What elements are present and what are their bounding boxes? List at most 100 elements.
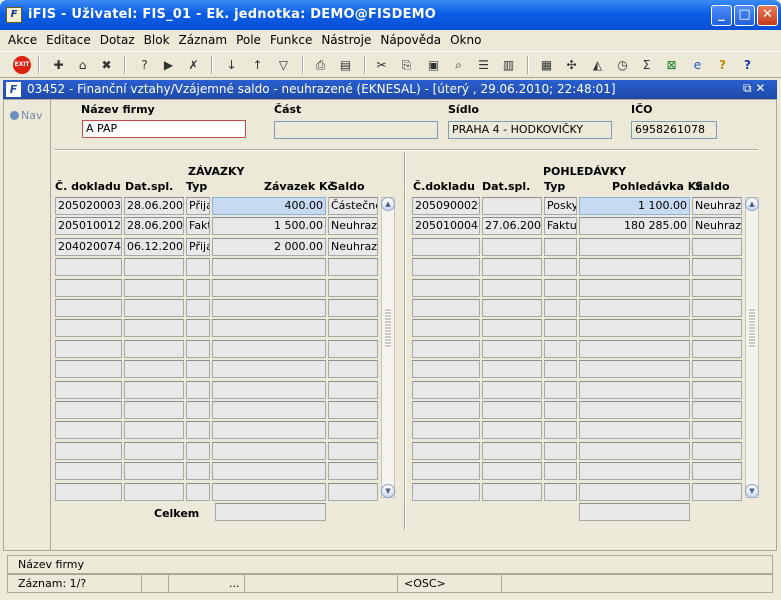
pohledavky-cell[interactable] — [482, 299, 542, 317]
cast-field[interactable] — [274, 121, 438, 139]
pohledavky-cell[interactable] — [544, 441, 577, 460]
pohledavky-cell[interactable] — [692, 421, 742, 440]
zavazky-cell[interactable] — [55, 278, 122, 297]
sort-desc-icon[interactable]: ↑ — [248, 56, 267, 74]
zavazky-cell[interactable] — [212, 482, 326, 501]
help-icon[interactable]: ? — [713, 56, 732, 74]
cancel-query-icon[interactable]: ✗ — [184, 56, 203, 74]
pohledavky-cell[interactable] — [544, 421, 577, 440]
zavazky-cell[interactable] — [186, 299, 210, 317]
pohledavky-cell[interactable] — [412, 482, 480, 501]
zavazky-cell[interactable] — [328, 339, 378, 358]
pohledavky-cell[interactable] — [412, 339, 480, 358]
zavazky-cell[interactable]: Přijat — [186, 197, 210, 215]
zavazky-cell[interactable]: 2050200031 — [55, 197, 122, 215]
clock-icon[interactable]: ◷ — [613, 56, 632, 74]
filter-icon[interactable]: ▽ — [274, 56, 293, 74]
query-icon[interactable]: ? — [135, 56, 154, 74]
zavazky-cell[interactable] — [328, 278, 378, 297]
zavazky-scrollbar[interactable]: ▲ ▼ — [381, 197, 395, 498]
zavazky-cell[interactable] — [124, 482, 184, 501]
pohledavky-cell[interactable]: Posky — [544, 197, 577, 215]
pohledavky-cell[interactable] — [482, 421, 542, 440]
zavazky-cell[interactable] — [186, 360, 210, 379]
zavazky-cell[interactable] — [328, 462, 378, 481]
zavazky-cell[interactable] — [124, 401, 184, 419]
zavazky-cell[interactable] — [186, 482, 210, 501]
scroll-down-icon[interactable]: ▼ — [745, 484, 759, 498]
copy-icon[interactable]: ⎘ — [397, 56, 416, 74]
menu-item-akce[interactable]: Akce — [8, 30, 37, 50]
pohledavky-cell[interactable] — [412, 299, 480, 317]
zavazky-cell[interactable] — [212, 278, 326, 297]
pohledavky-cell[interactable] — [579, 441, 690, 460]
pohledavky-cell[interactable] — [482, 258, 542, 277]
zavazky-cell[interactable] — [212, 462, 326, 481]
zavazky-cell[interactable] — [186, 441, 210, 460]
zavazky-cell[interactable] — [212, 441, 326, 460]
zavazky-cell[interactable] — [186, 462, 210, 481]
pohledavky-cell[interactable] — [579, 482, 690, 501]
zavazky-cell[interactable] — [55, 299, 122, 317]
zavazky-cell[interactable] — [124, 441, 184, 460]
pohledavky-cell[interactable] — [544, 237, 577, 256]
zavazky-cell[interactable]: 28.06.2006 — [124, 197, 184, 215]
excel-icon[interactable]: ⊠ — [662, 56, 681, 74]
pohledavky-cell[interactable] — [544, 380, 577, 399]
pohledavky-cell[interactable] — [579, 319, 690, 338]
pohledavky-cell[interactable] — [692, 360, 742, 379]
zavazky-cell[interactable] — [124, 380, 184, 399]
pohledavky-cell[interactable] — [544, 401, 577, 419]
form-window-controls[interactable]: ⧉ ✕ — [743, 81, 765, 96]
pohledavky-cell[interactable] — [692, 380, 742, 399]
paste-icon[interactable]: ▣ — [424, 56, 443, 74]
pohledavky-cell[interactable] — [482, 278, 542, 297]
menu-item-okno[interactable]: Okno — [450, 30, 481, 50]
explorer-icon[interactable]: e — [688, 56, 707, 74]
pohledavky-cell[interactable] — [579, 462, 690, 481]
minimize-button[interactable]: _ — [711, 5, 732, 26]
zavazky-cell[interactable] — [186, 339, 210, 358]
cut-icon[interactable]: ✂ — [372, 56, 391, 74]
pohledavky-cell[interactable] — [412, 421, 480, 440]
pohledavky-cell[interactable] — [579, 360, 690, 379]
zavazky-cell[interactable]: Neuhraze — [328, 237, 378, 256]
save-icon[interactable]: ⌂ — [73, 56, 92, 74]
zavazky-cell[interactable]: 2040200741 — [55, 237, 122, 256]
scroll-up-icon[interactable]: ▲ — [381, 197, 395, 211]
pohledavky-cell[interactable]: Neuhraze — [692, 197, 742, 215]
list-icon[interactable]: ☰ — [474, 56, 493, 74]
sidlo-field[interactable]: PRAHA 4 - HODKOVIČKY — [448, 121, 612, 139]
zavazky-cell[interactable] — [186, 258, 210, 277]
menu-item-nástroje[interactable]: Nástroje — [321, 30, 371, 50]
pohledavky-cell[interactable] — [482, 401, 542, 419]
pohledavky-cell[interactable]: 180 285.00 — [579, 217, 690, 236]
zavazky-cell[interactable] — [186, 421, 210, 440]
delete-record-icon[interactable]: ✖ — [97, 56, 116, 74]
zavazky-cell[interactable] — [124, 278, 184, 297]
zavazky-cell[interactable]: 400.00 — [212, 197, 326, 215]
pohledavky-cell[interactable] — [692, 237, 742, 256]
pohledavky-cell[interactable] — [482, 339, 542, 358]
window-titlebar[interactable]: F iFIS - Uživatel: FIS_01 - Ek. jednotka… — [0, 0, 781, 30]
zavazky-cell[interactable] — [55, 421, 122, 440]
pohledavky-cell[interactable] — [544, 482, 577, 501]
pohledavky-cell[interactable] — [482, 237, 542, 256]
menu-item-dotaz[interactable]: Dotaz — [100, 30, 135, 50]
pohledavky-cell[interactable] — [482, 380, 542, 399]
print-icon[interactable]: ⎙ — [311, 56, 330, 74]
zavazky-cell[interactable]: Neuhraze — [328, 217, 378, 236]
zavazky-cell[interactable] — [124, 319, 184, 338]
pohledavky-cell[interactable] — [692, 258, 742, 277]
zavazky-cell[interactable] — [328, 380, 378, 399]
zavazky-cell[interactable]: 06.12.2004 — [124, 237, 184, 256]
scroll-up-icon[interactable]: ▲ — [745, 197, 759, 211]
pohledavky-cell[interactable] — [544, 462, 577, 481]
zavazky-cell[interactable] — [328, 360, 378, 379]
zavazky-cell[interactable] — [212, 299, 326, 317]
zavazky-cell[interactable] — [55, 401, 122, 419]
pohledavky-cell[interactable] — [544, 339, 577, 358]
zavazky-cell[interactable] — [55, 339, 122, 358]
zavazky-cell[interactable] — [55, 258, 122, 277]
zavazky-cell[interactable] — [328, 401, 378, 419]
